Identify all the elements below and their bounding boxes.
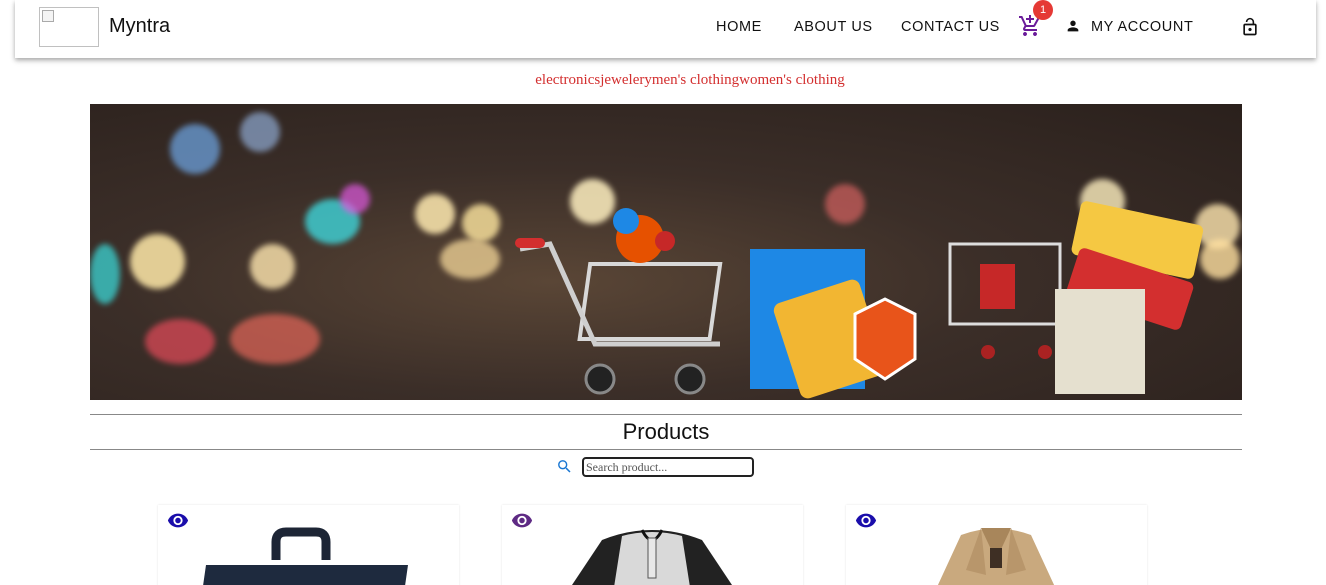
nav-contact-us[interactable]: CONTACT US — [901, 19, 1000, 35]
account-icon — [1067, 20, 1079, 32]
product-card[interactable] — [846, 505, 1147, 585]
cart-count-badge: 1 — [1033, 0, 1053, 20]
product-image-tote-bag[interactable] — [198, 520, 418, 585]
eye-icon[interactable] — [855, 512, 877, 528]
category-jewelery[interactable]: jewelery — [600, 72, 652, 88]
hero-banner — [90, 104, 1242, 400]
brand-name[interactable]: Myntra — [109, 15, 170, 38]
product-card[interactable] — [158, 505, 459, 585]
product-image-raglan-shirt[interactable] — [542, 520, 762, 585]
my-account-label: MY ACCOUNT — [1091, 19, 1194, 35]
nav-about-us[interactable]: ABOUT US — [794, 19, 873, 35]
app-bar: Myntra HOME ABOUT US CONTACT US 1 MY ACC… — [15, 0, 1316, 58]
category-links: electronicsjewelerymen's clothingwomen's… — [0, 72, 1326, 89]
eye-icon[interactable] — [511, 512, 533, 528]
products-heading: Products — [622, 419, 710, 444]
category-electronics[interactable]: electronics — [535, 72, 600, 88]
broken-image-icon — [42, 10, 54, 22]
search-icon[interactable] — [556, 458, 573, 475]
category-mens-clothing[interactable]: men's clothing — [652, 72, 739, 88]
eye-icon[interactable] — [167, 512, 189, 528]
shopping-illustration — [515, 201, 1204, 399]
products-top-rule — [90, 414, 1242, 415]
product-image-trench-coat[interactable] — [886, 520, 1106, 585]
logout-button[interactable] — [1240, 16, 1260, 38]
lock-icon — [1243, 17, 1257, 36]
nav-home[interactable]: HOME — [716, 19, 762, 35]
product-card[interactable] — [502, 505, 803, 585]
products-bottom-rule — [90, 449, 1242, 450]
logo-image[interactable] — [39, 7, 99, 47]
search-input[interactable] — [582, 457, 754, 477]
category-womens-clothing[interactable]: women's clothing — [739, 72, 845, 88]
